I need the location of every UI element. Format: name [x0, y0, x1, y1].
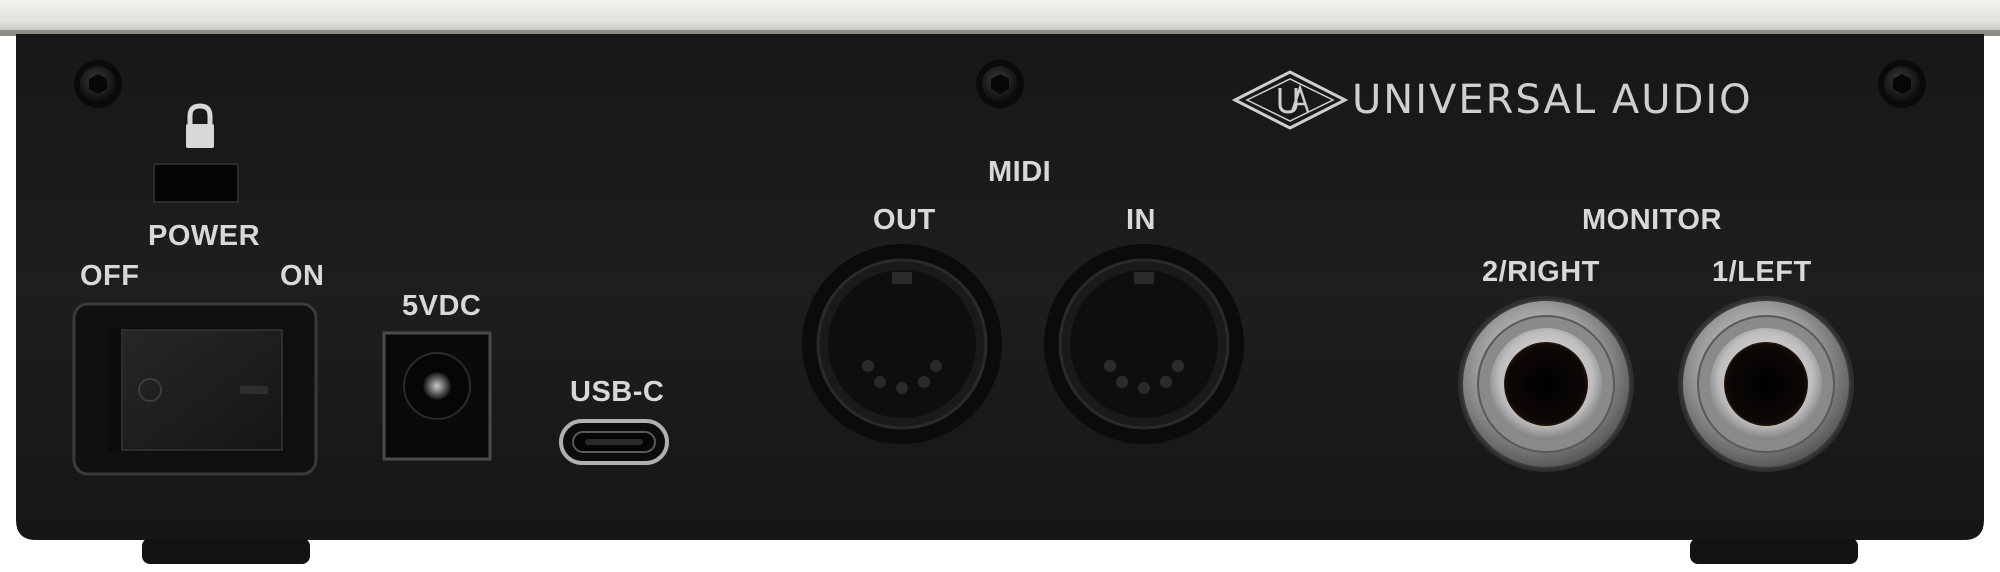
screw-icon: [74, 60, 122, 108]
rubber-foot-right: [1690, 538, 1858, 564]
brand-name: UNIVERSAL AUDIO: [1352, 77, 1753, 123]
usb-c-port[interactable]: [559, 419, 669, 465]
rubber-foot-left: [142, 538, 310, 564]
midi-in-label: IN: [1126, 204, 1156, 236]
monitor-left-jack[interactable]: [1678, 296, 1854, 472]
midi-out-port[interactable]: [802, 244, 1002, 444]
kensington-lock-slot[interactable]: [153, 163, 239, 203]
midi-out-label: OUT: [873, 204, 936, 236]
screw-icon: [976, 60, 1024, 108]
monitor-right-jack[interactable]: [1458, 296, 1634, 472]
audio-interface-rear-panel: UNIVERSAL AUDIO POWER OFF ON 5VDC USB-C …: [0, 0, 2000, 572]
dc-input-label: 5VDC: [402, 290, 482, 322]
midi-label: MIDI: [988, 156, 1052, 188]
power-label: POWER: [148, 220, 261, 252]
on-label: ON: [280, 260, 325, 292]
midi-in-port[interactable]: [1044, 244, 1244, 444]
power-switch[interactable]: [72, 302, 318, 476]
monitor-label: MONITOR: [1582, 204, 1722, 236]
dc-power-jack[interactable]: [382, 331, 492, 461]
usb-label: USB-C: [570, 376, 665, 408]
monitor-left-label: 1/LEFT: [1712, 256, 1812, 288]
monitor-right-label: 2/RIGHT: [1482, 256, 1600, 288]
off-label: OFF: [80, 260, 140, 292]
screw-icon: [1878, 60, 1926, 108]
